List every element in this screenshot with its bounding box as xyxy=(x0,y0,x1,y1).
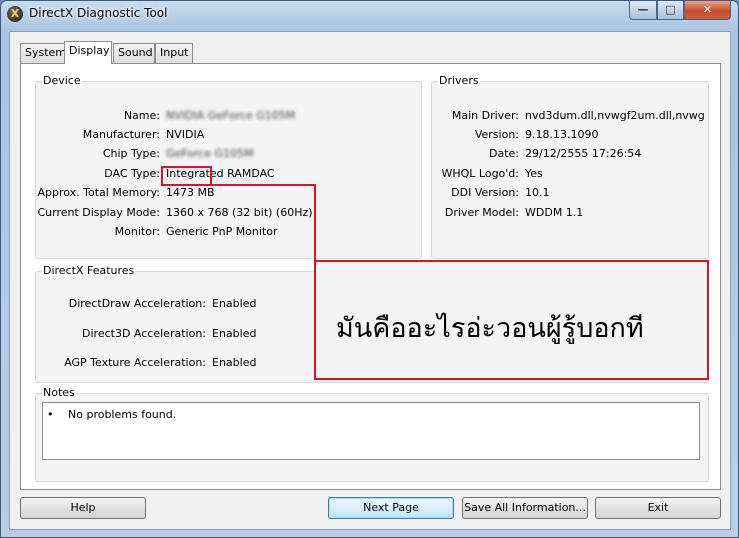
tab-sound[interactable]: Sound xyxy=(113,43,155,63)
driver-model-label: Driver Model: xyxy=(444,206,519,219)
tab-input[interactable]: Input xyxy=(155,43,193,63)
driver-date-row: Date: 29/12/2555 17:26:54 xyxy=(432,147,708,161)
agp-texture-value: Enabled xyxy=(212,356,257,369)
driver-model-row: Driver Model: WDDM 1.1 xyxy=(432,206,708,220)
title-bar[interactable]: X DirectX Diagnostic Tool — □ ✕ xyxy=(1,1,738,27)
ddi-version-row: DDI Version: 10.1 xyxy=(432,186,708,200)
directdraw-label: DirectDraw Acceleration: xyxy=(68,297,206,310)
drivers-group-title: Drivers xyxy=(438,74,480,87)
agp-texture-label: AGP Texture Acceleration: xyxy=(64,356,206,369)
directdraw-row: DirectDraw Acceleration: Enabled xyxy=(36,297,296,311)
annotation-connector-vertical xyxy=(314,184,316,260)
help-button[interactable]: Help xyxy=(20,497,146,519)
manufacturer-row: Manufacturer: NVIDIA xyxy=(36,128,416,142)
memory-highlight-box xyxy=(161,166,212,186)
save-all-information-button[interactable]: Save All Information... xyxy=(462,497,588,519)
driver-date-value: 29/12/2555 17:26:54 xyxy=(525,147,642,160)
device-group-title: Device xyxy=(42,74,82,87)
driver-date-label: Date: xyxy=(489,147,519,160)
main-driver-row: Main Driver: nvd3dum.dll,nvwgf2um.dll,nv… xyxy=(432,109,708,123)
directx-features-title: DirectX Features xyxy=(42,264,136,277)
device-name-row: Name: NVIDIA GeForce G105M xyxy=(36,109,416,123)
window-title: DirectX Diagnostic Tool xyxy=(29,6,168,20)
tab-display[interactable]: Display xyxy=(64,41,112,64)
total-memory-row: Approx. Total Memory: 1473 MB xyxy=(36,186,416,200)
whql-label: WHQL Logo'd: xyxy=(441,167,519,180)
driver-model-value: WDDM 1.1 xyxy=(525,206,584,219)
driver-version-label: Version: xyxy=(474,128,519,141)
next-page-button[interactable]: Next Page xyxy=(328,497,454,519)
whql-value: Yes xyxy=(525,167,543,180)
dac-type-label: DAC Type: xyxy=(104,167,160,180)
total-memory-label: Approx. Total Memory: xyxy=(37,186,161,199)
main-driver-label: Main Driver: xyxy=(451,109,519,122)
direct3d-row: Direct3D Acceleration: Enabled xyxy=(36,327,296,341)
monitor-value: Generic PnP Monitor xyxy=(166,225,278,238)
directx-icon: X xyxy=(7,6,23,22)
notes-textarea[interactable]: • No problems found. xyxy=(42,402,700,460)
minimize-button[interactable]: — xyxy=(629,1,657,20)
directdraw-value: Enabled xyxy=(212,297,257,310)
ddi-version-label: DDI Version: xyxy=(451,186,519,199)
dac-type-row: DAC Type: Integrated RAMDAC xyxy=(36,167,416,181)
notes-bullet: • xyxy=(47,408,54,421)
tab-system[interactable]: System xyxy=(20,43,66,63)
total-memory-value: 1473 MB xyxy=(166,186,215,199)
maximize-button[interactable]: □ xyxy=(657,1,684,20)
annotation-connector-line xyxy=(212,184,316,186)
close-button[interactable]: ✕ xyxy=(684,1,731,20)
chip-type-row: Chip Type: GeForce G105M xyxy=(36,147,416,161)
drivers-group: Drivers Main Driver: nvd3dum.dll,nvwgf2u… xyxy=(431,74,709,259)
notes-item: No problems found. xyxy=(68,408,177,421)
device-name-value: NVIDIA GeForce G105M xyxy=(166,109,296,122)
monitor-row: Monitor: Generic PnP Monitor xyxy=(36,225,416,239)
notes-group-title: Notes xyxy=(42,386,76,399)
ddi-version-value: 10.1 xyxy=(525,186,550,199)
device-name-label: Name: xyxy=(123,109,160,122)
dxdiag-window: X DirectX Diagnostic Tool — □ ✕ System D… xyxy=(0,0,739,538)
chip-type-value: GeForce G105M xyxy=(166,147,254,160)
chip-type-label: Chip Type: xyxy=(102,147,160,160)
monitor-label: Monitor: xyxy=(114,225,160,238)
exit-button[interactable]: Exit xyxy=(595,497,721,519)
driver-version-value: 9.18.13.1090 xyxy=(525,128,599,141)
display-mode-value: 1360 x 768 (32 bit) (60Hz) xyxy=(166,206,313,219)
manufacturer-label: Manufacturer: xyxy=(82,128,160,141)
display-mode-label: Current Display Mode: xyxy=(37,206,160,219)
main-driver-value: nvd3dum.dll,nvwgf2um.dll,nvwgf2um xyxy=(525,109,705,122)
agp-texture-row: AGP Texture Acceleration: Enabled xyxy=(36,356,296,370)
direct3d-label: Direct3D Acceleration: xyxy=(82,327,206,340)
device-group: Device Name: NVIDIA GeForce G105M Manufa… xyxy=(35,74,422,259)
annotation-text: มันคืออะไรอ่ะวอนผู้รู้บอกที xyxy=(336,313,644,344)
display-mode-row: Current Display Mode: 1360 x 768 (32 bit… xyxy=(36,206,416,220)
whql-row: WHQL Logo'd: Yes xyxy=(432,167,708,181)
client-area: System Display Sound Input Device Name: … xyxy=(9,31,731,530)
driver-version-row: Version: 9.18.13.1090 xyxy=(432,128,708,142)
direct3d-value: Enabled xyxy=(212,327,257,340)
manufacturer-value: NVIDIA xyxy=(166,128,205,141)
